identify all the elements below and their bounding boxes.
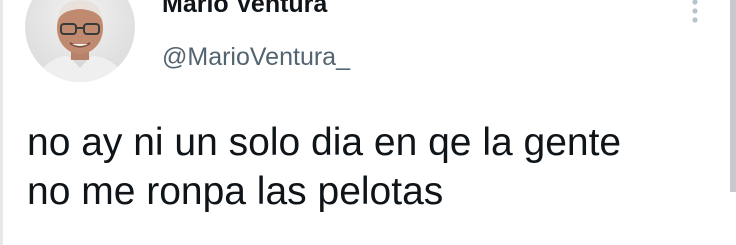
tweet-card: Mario Ventura @MarioVentura_ no ay ni un… <box>0 0 736 245</box>
user-handle[interactable]: @MarioVentura_ <box>162 43 350 72</box>
tweet-text: no ay ni un solo dia en qe la gente no m… <box>27 118 717 216</box>
display-name[interactable]: Mario Ventura <box>162 0 327 19</box>
scrollbar[interactable] <box>730 0 736 192</box>
more-options-button[interactable] <box>680 0 710 26</box>
avatar-photo <box>25 0 135 82</box>
avatar[interactable] <box>25 0 135 82</box>
vertical-ellipsis-icon <box>692 0 698 23</box>
tweet-text-line: no me ronpa las pelotas <box>27 170 444 213</box>
tweet-text-line: no ay ni un solo dia en qe la gente <box>27 121 622 164</box>
left-border <box>0 0 3 245</box>
